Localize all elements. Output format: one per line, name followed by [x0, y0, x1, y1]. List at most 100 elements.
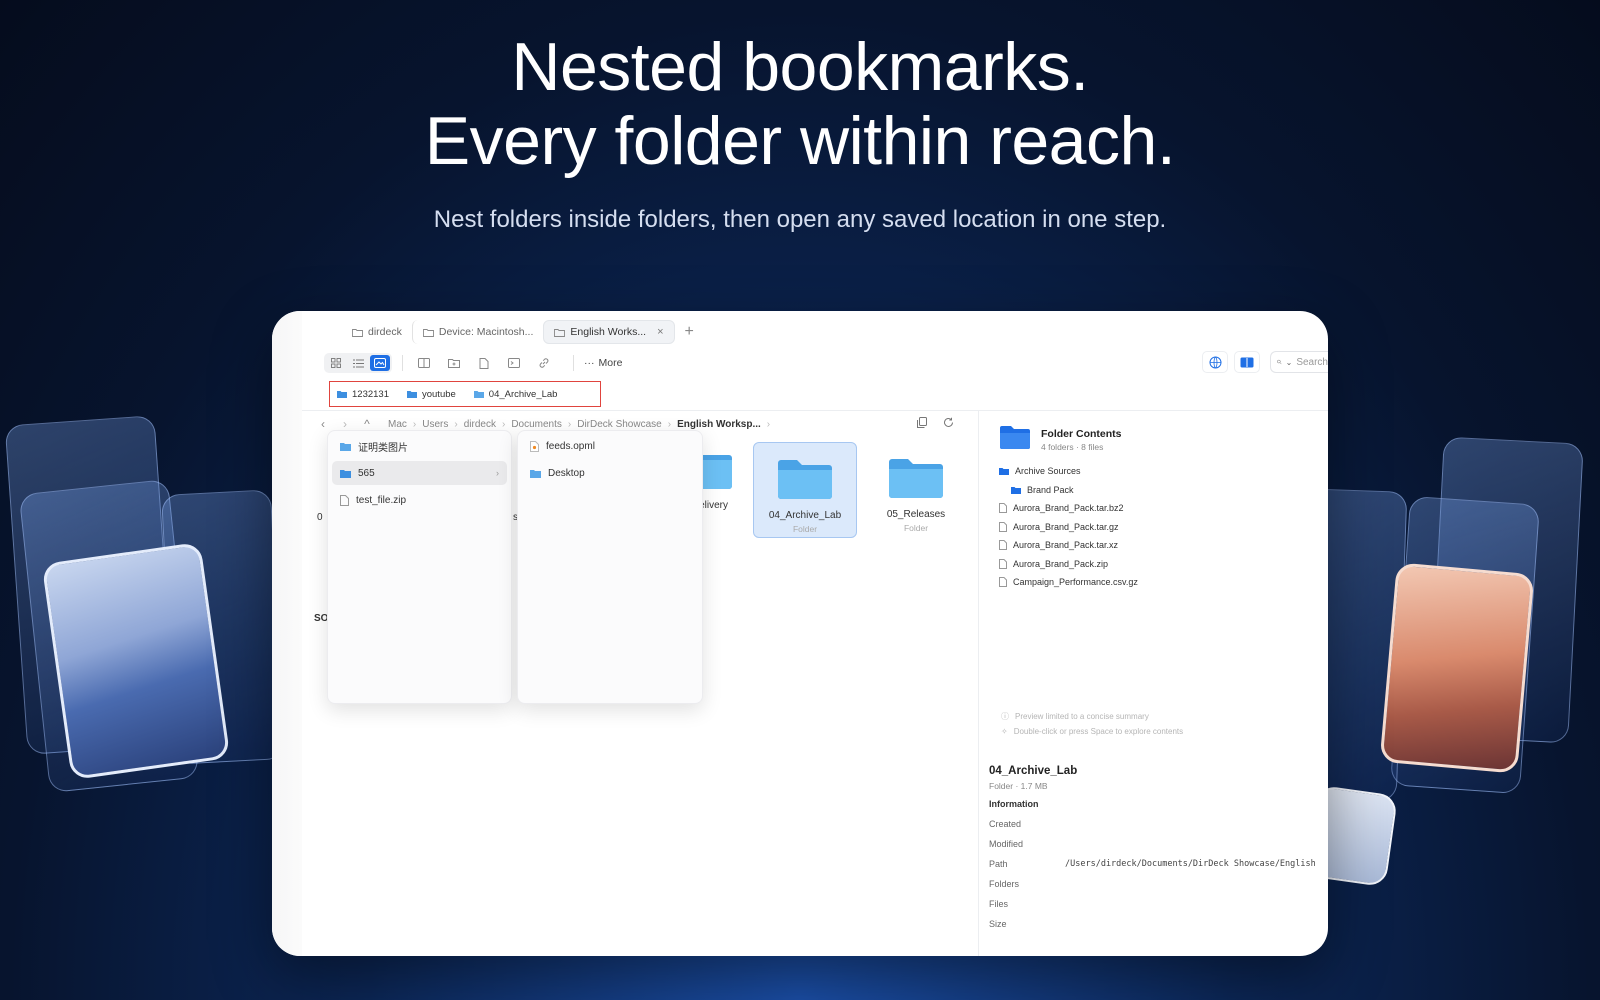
bookmark-label: youtube	[421, 388, 456, 400]
grid-item-04-archive-lab[interactable]: 04_Archive_Lab Folder	[753, 442, 857, 538]
breadcrumb-users[interactable]: Users	[422, 419, 448, 430]
file-icon	[999, 540, 1007, 551]
menu-item-feeds-opml[interactable]: feeds.opml	[522, 434, 698, 458]
hero-headline-line-1: Nested bookmarks.	[511, 29, 1089, 105]
tree-label: Aurora_Brand_Pack.tar.xz	[1013, 540, 1119, 551]
menu-item-label: 565	[358, 467, 375, 479]
tab-english-workspace[interactable]: English Works... ×	[543, 320, 675, 344]
grid-item-05-releases[interactable]: 05_Releases Folder	[864, 442, 968, 538]
bookmark-bar: 1232131 youtube 04_Archive_Lab	[329, 381, 601, 407]
split-view-icon[interactable]	[413, 353, 435, 373]
sparkle-icon: ✧	[1001, 727, 1008, 736]
hint-text: Double-click or press Space to explore c…	[1013, 727, 1184, 736]
tree-item-file[interactable]: Aurora_Brand_Pack.tar.xz	[999, 536, 1138, 555]
file-icon	[340, 494, 349, 506]
new-folder-icon[interactable]	[443, 353, 465, 373]
gallery-view-icon[interactable]	[370, 355, 390, 371]
more-label: More	[598, 357, 623, 369]
grid-view-icon[interactable]	[326, 355, 346, 371]
grid-item-kind: Folder	[792, 524, 818, 534]
info-label: Path	[989, 859, 1008, 869]
grid-item-label: 04_Archive_Lab	[768, 510, 842, 521]
list-view-icon[interactable]	[348, 355, 368, 371]
tree-item-file[interactable]: Aurora_Brand_Pack.tar.gz	[999, 518, 1138, 537]
info-size: Size	[989, 919, 1328, 929]
info-value: /Users/dirdeck/Documents/DirDeck Showcas…	[1065, 859, 1316, 869]
close-tab-icon[interactable]: ×	[657, 326, 663, 338]
info-files: Files	[989, 899, 1328, 909]
new-tab-button[interactable]: +	[685, 323, 694, 341]
more-button[interactable]: ··· More	[584, 357, 622, 369]
toolbar-right-controls: ⌄ Search	[1202, 351, 1328, 373]
bookmark-youtube[interactable]: youtube	[406, 388, 456, 400]
hero-headline-line-2: Every folder within reach.	[424, 103, 1176, 179]
forward-arrow-icon[interactable]: ›	[334, 417, 356, 431]
menu-item-565[interactable]: 565 ›	[332, 461, 507, 485]
new-file-icon[interactable]	[473, 353, 495, 373]
chevron-right-icon: ›	[501, 418, 506, 430]
folder-icon	[352, 328, 363, 337]
tab-bar: dirdeck Device: Macintosh... English Wor…	[342, 319, 694, 345]
tree-item-archive-sources[interactable]: Archive Sources	[999, 462, 1138, 481]
breadcrumb-dirdeck[interactable]: dirdeck	[464, 419, 496, 430]
hero-subline: Nest folders inside folders, then open a…	[433, 206, 1167, 233]
tab-label: dirdeck	[368, 326, 402, 338]
file-icon	[999, 503, 1007, 514]
file-icon	[999, 577, 1007, 588]
path-actions	[917, 413, 954, 435]
ellipsis-icon: ···	[584, 357, 595, 369]
chevron-right-icon: ›	[454, 418, 458, 430]
info-label: Modified	[989, 839, 1024, 849]
folder-icon	[999, 468, 1009, 476]
bookmark-1232131[interactable]: 1232131	[337, 389, 389, 400]
hint-text: Preview limited to a concise summary	[1015, 712, 1149, 721]
chevron-right-icon: ›	[412, 418, 417, 430]
bookmark-04-archive-lab[interactable]: 04_Archive_Lab	[473, 388, 558, 400]
bookmark-submenu-level-2: feeds.opml Desktop	[517, 430, 703, 704]
menu-item-certificate-images[interactable]: 证明类图片	[332, 434, 507, 458]
breadcrumb-english-workspace[interactable]: English Worksp...	[677, 419, 761, 430]
folder-link-icon	[473, 391, 484, 398]
search-icon	[1277, 359, 1282, 365]
menu-item-desktop[interactable]: Desktop	[522, 461, 698, 485]
back-arrow-icon[interactable]: ‹	[312, 417, 334, 431]
up-arrow-icon[interactable]: ^	[356, 417, 378, 431]
terminal-icon[interactable]	[503, 353, 525, 373]
menu-item-test-file-zip[interactable]: test_file.zip	[332, 488, 507, 512]
toolbar: ··· More ⌄ Search	[324, 351, 1328, 375]
folder-icon	[889, 459, 943, 498]
tree-label: Aurora_Brand_Pack.tar.bz2	[1013, 503, 1124, 514]
app-window: dirdeck Device: Macintosh... English Wor…	[272, 311, 1328, 956]
folder-icon	[1011, 486, 1021, 494]
sidebar-edge	[272, 311, 302, 956]
file-icon	[999, 558, 1007, 569]
folder-icon	[530, 469, 541, 478]
toolbar-divider	[573, 355, 574, 371]
preview-title: Folder Contents	[1041, 428, 1122, 440]
search-input[interactable]: ⌄ Search	[1270, 351, 1328, 373]
selected-item-meta: Folder · 1.7 MB	[989, 781, 1048, 791]
bookmark-label: 04_Archive_Lab	[488, 388, 558, 400]
breadcrumb-mac[interactable]: Mac	[388, 419, 407, 430]
dual-pane-icon[interactable]	[1234, 351, 1260, 373]
breadcrumb-dirdeck-showcase[interactable]: DirDeck Showcase	[577, 419, 661, 430]
hero-headline: Nested bookmarks. Every folder within re…	[0, 30, 1600, 178]
tree-item-brand-pack[interactable]: Brand Pack	[999, 481, 1138, 500]
tree-item-file[interactable]: Campaign_Performance.csv.gz	[999, 573, 1138, 592]
tree-item-file[interactable]: Aurora_Brand_Pack.tar.bz2	[999, 499, 1138, 518]
chevron-right-icon: ›	[766, 418, 771, 430]
copy-path-icon[interactable]	[917, 417, 927, 431]
rss-file-icon	[530, 440, 539, 452]
tab-dirdeck[interactable]: dirdeck	[342, 320, 412, 344]
folder-icon	[422, 328, 434, 337]
info-path: Path /Users/dirdeck/Documents/DirDeck Sh…	[989, 859, 1328, 869]
refresh-icon[interactable]	[943, 417, 954, 431]
tab-device[interactable]: Device: Macintosh...	[411, 320, 544, 344]
grid-item-kind: Folder	[903, 523, 929, 533]
link-icon[interactable]	[533, 353, 555, 373]
menu-item-label: feeds.opml	[546, 440, 595, 452]
network-globe-icon[interactable]	[1202, 351, 1228, 373]
breadcrumb-documents[interactable]: Documents	[511, 419, 562, 430]
tree-item-file[interactable]: Aurora_Brand_Pack.zip	[999, 555, 1138, 574]
tree-label: Brand Pack	[1027, 484, 1074, 495]
